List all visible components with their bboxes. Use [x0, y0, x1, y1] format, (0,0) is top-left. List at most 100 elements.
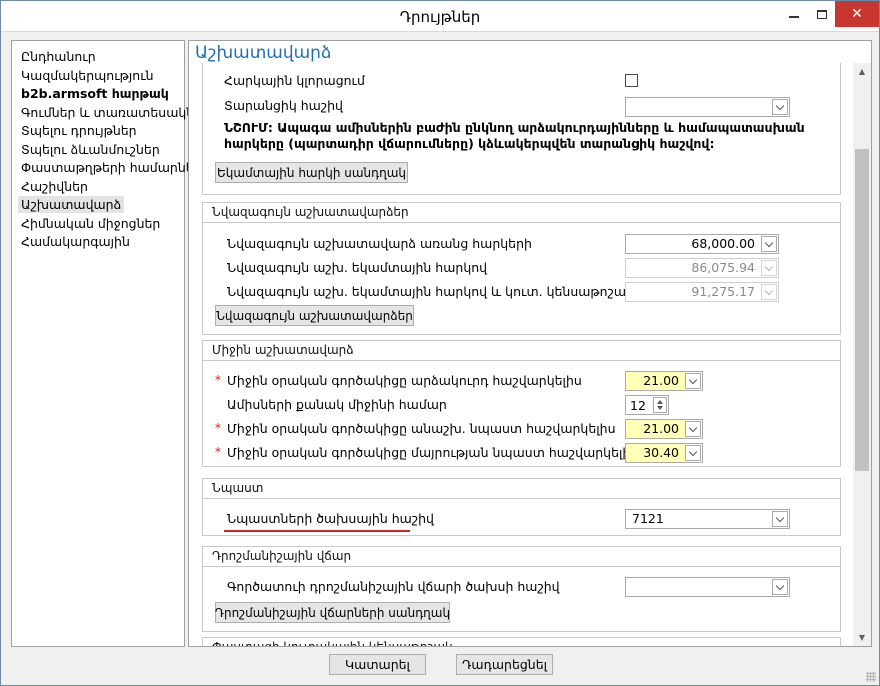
sick-coef-label: Միջին օրական գործակիցը անաշխ. նպաստ հաշվ… — [227, 421, 616, 436]
months-count-stepper[interactable]: 12 — [625, 395, 669, 415]
min-salaries-button[interactable]: Նվազագույն աշխատավարձեր — [215, 305, 414, 326]
close-button[interactable]: ✕ — [835, 1, 879, 27]
general-salary-group: Հարկային կլորացում Տարանցիկ հաշիվ ՆՇՈՒՄ:… — [202, 63, 841, 195]
chevron-down-icon — [688, 423, 698, 432]
ok-button[interactable]: Կատարել — [329, 654, 426, 675]
transit-account-dropdown[interactable] — [772, 99, 788, 115]
vacation-coef-value: 21.00 — [626, 372, 685, 390]
settings-scroll-area[interactable]: Հարկային կլորացում Տարանցիկ հաշիվ ՆՇՈՒՄ:… — [189, 63, 853, 646]
sick-coef-value: 21.00 — [626, 420, 685, 438]
settings-window: Դրույթներ ✕ Ընդհանուր Կազմակերպություն b… — [0, 0, 880, 686]
sidebar-item-b2b[interactable]: b2b.armsoft հարթակ — [18, 85, 172, 102]
rounding-label: Հարկային կլորացում — [224, 73, 365, 88]
sidebar-item-print-settings[interactable]: Տպելու դրույթներ — [18, 122, 140, 139]
sidebar-item-organization[interactable]: Կազմակերպություն — [18, 67, 157, 84]
sidebar-item-fonts[interactable]: Գումներ և տառատեսակներ — [18, 104, 213, 121]
maximize-icon — [817, 9, 827, 19]
required-marker: * — [215, 421, 221, 435]
chevron-down-icon — [688, 447, 698, 456]
stamp-duty-account-select[interactable] — [625, 577, 790, 597]
min-salary-income-tax-label: Նվազագույն աշխ. եկամտային հարկով — [227, 260, 488, 275]
chevron-down-icon — [775, 101, 785, 110]
stamp-duty-account-value — [626, 578, 772, 596]
benefit-group: Նպաստ Նպաստների ծախսային հաշիվ 7121 — [202, 478, 841, 536]
stamp-duty-header: Դրոշմանիշային վճար — [203, 547, 840, 567]
stamp-duty-account-dropdown[interactable] — [772, 579, 788, 595]
benefit-header: Նպաստ — [203, 479, 840, 499]
chevron-down-icon — [764, 262, 774, 271]
sidebar-item-print-templates[interactable]: Տպելու ձևանմուշներ — [18, 141, 163, 158]
min-salary-no-tax-dropdown[interactable] — [761, 236, 777, 252]
vacation-coef-label: Միջին օրական գործակիցը արձակուրդ հաշվարկ… — [227, 373, 582, 388]
min-salary-pension-field: 91,275.17 — [625, 282, 779, 302]
stamp-duty-scale-button[interactable]: Դրոշմանիշային վճարների սանդղակ — [215, 602, 450, 623]
vacation-coef-dropdown[interactable] — [685, 373, 701, 389]
sidebar-item-salary[interactable]: Աշխատավարձ — [18, 196, 125, 213]
minimize-icon — [789, 16, 799, 18]
benefit-account-dropdown[interactable] — [772, 511, 788, 527]
chevron-down-icon — [764, 238, 774, 247]
sick-coef-field[interactable]: 21.00 — [625, 419, 703, 439]
months-count-spin[interactable] — [653, 397, 667, 413]
transit-account-label: Տարանցիկ հաշիվ — [224, 98, 343, 113]
maternity-coef-label: Միջին օրական գործակիցը մայրության նպաստ … — [227, 445, 639, 460]
benefit-account-select[interactable]: 7121 — [625, 509, 790, 529]
avg-salary-header: Միջին աշխատավարձ — [203, 341, 840, 361]
min-salary-pension-value: 91,275.17 — [691, 284, 755, 299]
scrollbar-thumb[interactable] — [855, 149, 869, 471]
arrow-down-icon: ▼ — [858, 633, 866, 642]
months-count-label: Ամիսների քանակ միջինի համար — [227, 397, 447, 412]
maternity-coef-field[interactable]: 30.40 — [625, 443, 703, 463]
stamp-duty-group: Դրոշմանիշային վճար Գործատուի դրոշմանիշայ… — [202, 546, 841, 632]
close-icon: ✕ — [851, 6, 863, 22]
vacation-coef-field[interactable]: 21.00 — [625, 371, 703, 391]
min-salary-income-tax-dropdown — [761, 260, 777, 276]
arrow-up-icon: ▲ — [858, 67, 866, 76]
page-title: Աշխատավարձ — [195, 43, 332, 63]
min-salary-header: Նվազագույն աշխատավարձեր — [203, 203, 840, 223]
spin-arrows-icon — [657, 400, 663, 410]
sidebar-item-accounts[interactable]: Հաշիվներ — [18, 178, 91, 195]
cumulative-pension-header: Փաստացի կուտակային կենսաթոշակ — [203, 638, 840, 646]
benefit-account-label: Նպաստների ծախսային հաշիվ — [227, 511, 434, 526]
sidebar-item-general[interactable]: Ընդհանուր — [18, 48, 99, 65]
rounding-checkbox[interactable] — [625, 74, 638, 87]
maternity-coef-value: 30.40 — [626, 444, 685, 462]
cancel-button[interactable]: Դադարեցնել — [456, 654, 553, 675]
resize-grip-icon[interactable] — [866, 672, 876, 682]
maximize-button[interactable] — [807, 1, 837, 27]
settings-sidebar: Ընդհանուր Կազմակերպություն b2b.armsoft հ… — [11, 40, 210, 647]
sidebar-item-fixed-assets[interactable]: Հիմնական միջոցներ — [18, 215, 163, 232]
stamp-duty-account-label: Գործատուի դրոշմանիշային վճարի ծախսի հաշի… — [227, 579, 560, 594]
note-line-2: հարկերը (պարտադիր վճարումները) կձևակերպվ… — [224, 136, 715, 151]
transit-account-select[interactable] — [625, 97, 790, 117]
avg-salary-group: Միջին աշխատավարձ * Միջին օրական գործակից… — [202, 340, 841, 467]
sidebar-item-doc-numbers[interactable]: Փաստաթղթերի համարներ — [18, 159, 205, 176]
benefit-account-value: 7121 — [632, 511, 664, 526]
scroll-down-button[interactable]: ▼ — [853, 629, 871, 646]
min-salary-no-tax-field[interactable]: 68,000.00 — [625, 234, 779, 254]
vertical-scrollbar[interactable]: ▲ ▼ — [853, 63, 871, 646]
min-salary-no-tax-label: Նվազագույն աշխատավարձ առանց հարկերի — [227, 236, 532, 251]
min-salary-income-tax-field: 86,075.94 — [625, 258, 779, 278]
title-bar: Դրույթներ ✕ — [1, 1, 879, 32]
chevron-down-icon — [775, 581, 785, 590]
benefit-label-underline — [224, 530, 410, 532]
min-salary-pension-dropdown — [761, 284, 777, 300]
min-salary-pension-label: Նվազագույն աշխ. եկամտային հարկով և կուտ.… — [227, 284, 650, 299]
months-count-value: 12 — [630, 398, 646, 413]
settings-content: Աշխատավարձ Հարկային կլորացում Տարանցիկ հ… — [188, 40, 872, 647]
chevron-down-icon — [764, 286, 774, 295]
maternity-coef-dropdown[interactable] — [685, 445, 701, 461]
note-line-1: ՆՇՈՒՄ: Ապագա ամիսներին բաժին ընկնող արձա… — [224, 120, 805, 135]
min-salary-no-tax-value: 68,000.00 — [691, 236, 755, 251]
required-marker: * — [215, 373, 221, 387]
sick-coef-dropdown[interactable] — [685, 421, 701, 437]
min-salary-group: Նվազագույն աշխատավարձեր Նվազագույն աշխատ… — [202, 202, 841, 335]
sidebar-item-system[interactable]: Համակարգային — [18, 233, 133, 250]
transit-account-value — [626, 98, 772, 116]
income-tax-scale-button[interactable]: Եկամտային հարկի սանդղակ — [215, 162, 408, 183]
scroll-up-button[interactable]: ▲ — [853, 63, 871, 80]
minimize-button[interactable] — [779, 1, 809, 27]
min-salary-income-tax-value: 86,075.94 — [691, 260, 755, 275]
